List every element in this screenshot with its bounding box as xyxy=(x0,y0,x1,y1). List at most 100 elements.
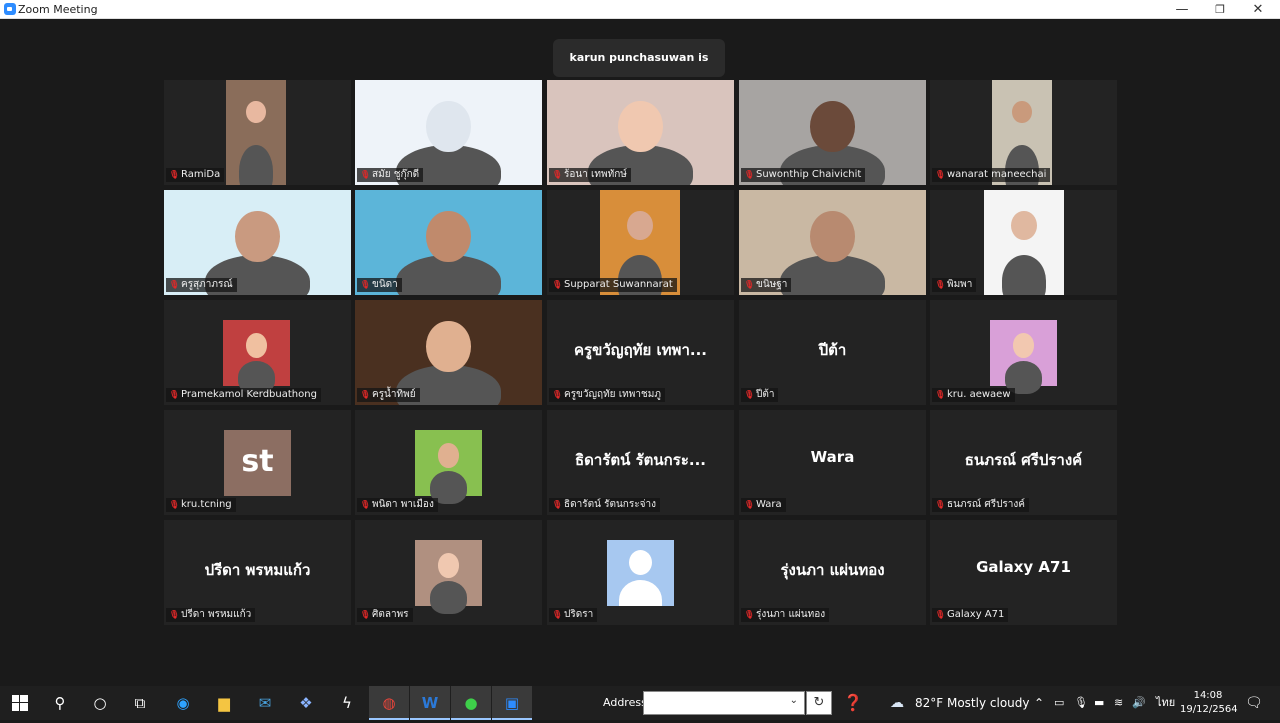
clock[interactable]: 14:08 19/12/2564 xyxy=(1180,689,1238,717)
line-app-icon[interactable]: ● xyxy=(451,686,491,720)
close-button[interactable]: ✕ xyxy=(1239,0,1277,19)
participant-nameplate: 🎙 ปริดรา xyxy=(549,608,598,622)
participant-tile[interactable]: 🎙 Supparat Suwannarat xyxy=(547,190,734,295)
muted-mic-icon: 🎙 xyxy=(552,610,563,619)
participant-tile[interactable]: 🎙 ขนิดา xyxy=(355,190,542,295)
mail-icon[interactable]: ✉ xyxy=(245,686,285,720)
wifi-icon[interactable]: ≋ xyxy=(1114,686,1123,720)
muted-mic-icon: 🎙 xyxy=(935,500,946,509)
zoom-app-icon xyxy=(4,3,16,15)
app-lightning-icon[interactable]: ϟ xyxy=(327,686,367,720)
battery-icon[interactable]: ▬ xyxy=(1094,686,1104,720)
participant-display-name: ธนภรณ์ ศรีปรางค์ xyxy=(964,451,1083,469)
participant-tile[interactable]: 🎙 ศิตลาพร xyxy=(355,520,542,625)
task-view-icon[interactable]: ⧉ xyxy=(120,686,160,720)
participant-tile[interactable]: 🎙 ครูน้ำทิพย์ xyxy=(355,300,542,405)
address-input[interactable]: ⌄ xyxy=(643,691,805,715)
participant-video xyxy=(990,320,1057,394)
person-head xyxy=(627,211,653,241)
participant-video xyxy=(226,80,286,185)
participant-tile[interactable]: 🎙 Suwonthip Chaivichit xyxy=(739,80,926,185)
participant-tile[interactable]: 🎙 ครูสุภาภรณ์ xyxy=(164,190,351,295)
participant-tile[interactable]: ธิดารัตน์ รัตนกระ... 🎙 ธิดารัตน์ รัตนกระจ่… xyxy=(547,410,734,515)
muted-mic-icon: 🎙 xyxy=(935,390,946,399)
maximize-button[interactable]: ❐ xyxy=(1201,0,1239,19)
word-icon[interactable]: W xyxy=(410,686,450,720)
meet-now-icon[interactable]: ▭ xyxy=(1054,686,1064,720)
participant-tile[interactable]: 🎙 wanarat maneechai xyxy=(930,80,1117,185)
participant-tile[interactable]: 🎙 พนิดา พาเมือง xyxy=(355,410,542,515)
participant-display-name: Wara xyxy=(810,448,855,466)
active-speaker-toast: karun punchasuwan is talking... xyxy=(553,39,725,102)
participant-tile[interactable]: 🎙 สมัย ชูกุ๊กดี xyxy=(355,80,542,185)
participant-nameplate: 🎙 สมัย ชูกุ๊กดี xyxy=(357,168,424,182)
participant-nameplate: 🎙 รุ่งนภา แผ่นทอง xyxy=(741,608,830,622)
participant-tile[interactable]: 🎙 kru. aewaew xyxy=(930,300,1117,405)
participant-tile[interactable]: 🎙 Pramekamol Kerdbuathong xyxy=(164,300,351,405)
default-avatar-icon xyxy=(607,540,674,606)
chrome-icon[interactable]: ◍ xyxy=(369,686,409,720)
help-icon[interactable]: ❓ xyxy=(843,686,863,720)
edge-browser-icon[interactable]: ◉ xyxy=(163,686,203,720)
muted-mic-icon: 🎙 xyxy=(360,500,371,509)
participant-name: Pramekamol Kerdbuathong xyxy=(181,389,317,400)
participant-tile[interactable]: st 🎙 kru.tcning xyxy=(164,410,351,515)
muted-mic-icon: 🎙 xyxy=(744,500,755,509)
cortana-icon[interactable]: ○ xyxy=(80,686,120,720)
participant-tile[interactable]: ครูขวัญฤทัย เทพา... 🎙 ครูขวัญฤทัย เทพาชมภู xyxy=(547,300,734,405)
participant-tile[interactable]: Wara 🎙 Wara xyxy=(739,410,926,515)
address-label: Address xyxy=(603,696,647,709)
volume-icon[interactable]: 🔊 xyxy=(1132,686,1146,720)
muted-mic-icon: 🎙 xyxy=(935,610,946,619)
muted-mic-icon: 🎙 xyxy=(552,170,563,179)
muted-mic-icon: 🎙 xyxy=(552,390,563,399)
tray-expand-icon[interactable]: ⌃ xyxy=(1034,686,1044,720)
participant-nameplate: 🎙 Wara xyxy=(741,498,786,512)
participant-nameplate: 🎙 ธนภรณ์ ศรีปรางค์ xyxy=(932,498,1029,512)
participant-display-name: ปรีดา พรหมแก้ว xyxy=(204,561,311,579)
participant-name: ธิดารัตน์ รัตนกระจ่าง xyxy=(564,499,656,510)
participant-video xyxy=(415,430,482,504)
participant-tile[interactable]: 🎙 พิมพา xyxy=(930,190,1117,295)
participant-tile[interactable]: ปรีดา พรหมแก้ว 🎙 ปรีดา พรหมแก้ว xyxy=(164,520,351,625)
person-head xyxy=(245,333,268,358)
participant-tile[interactable]: 🎙 ร้อนา เทพทักษ์ xyxy=(547,80,734,185)
file-explorer-icon[interactable]: ▆ xyxy=(204,686,244,720)
person-head xyxy=(437,443,460,468)
notification-icon[interactable]: 🗨 xyxy=(1245,686,1263,720)
participant-name: ธนภรณ์ ศรีปรางค์ xyxy=(947,499,1025,510)
muted-mic-icon: 🎙 xyxy=(360,390,371,399)
participant-tile[interactable]: ธนภรณ์ ศรีปรางค์ 🎙 ธนภรณ์ ศรีปรางค์ xyxy=(930,410,1117,515)
participant-tile[interactable]: ปีต้า 🎙 ปีต้า xyxy=(739,300,926,405)
participant-name: Wara xyxy=(756,499,782,510)
participant-video xyxy=(984,190,1064,295)
chevron-down-icon[interactable]: ⌄ xyxy=(790,695,798,706)
windows-start-icon[interactable] xyxy=(0,686,40,720)
person-head xyxy=(235,211,280,262)
participant-tile[interactable]: Galaxy A71 🎙 Galaxy A71 xyxy=(930,520,1117,625)
participant-nameplate: 🎙 Supparat Suwannarat xyxy=(549,278,677,292)
participant-name: Galaxy A71 xyxy=(947,609,1005,620)
person-head xyxy=(437,553,460,578)
participant-name: รุ่งนภา แผ่นทอง xyxy=(756,609,826,620)
input-language[interactable]: ไทย xyxy=(1156,686,1175,720)
participant-name: สมัย ชูกุ๊กดี xyxy=(372,169,420,180)
participant-tile[interactable]: 🎙 ขนิษฐา xyxy=(739,190,926,295)
search-icon[interactable]: ⚲ xyxy=(40,686,80,720)
person-silhouette xyxy=(239,145,273,185)
muted-mic-icon: 🎙 xyxy=(360,280,371,289)
zoom-taskbar-icon[interactable]: ▣ xyxy=(492,686,532,720)
participant-tile[interactable]: 🎙 RamiDa xyxy=(164,80,351,185)
microphone-icon[interactable]: 🎙 xyxy=(1074,686,1088,720)
muted-mic-icon: 🎙 xyxy=(169,390,180,399)
participant-video xyxy=(415,540,482,614)
participant-tile[interactable]: รุ่งนภา แผ่นทอง 🎙 รุ่งนภา แผ่นทอง xyxy=(739,520,926,625)
participant-nameplate: 🎙 พิมพา xyxy=(932,278,977,292)
refresh-icon[interactable]: ↻ xyxy=(806,691,832,715)
participant-tile[interactable]: 🎙 ปริดรา xyxy=(547,520,734,625)
participant-name: ปีต้า xyxy=(756,389,775,400)
minimize-button[interactable]: — xyxy=(1163,0,1201,19)
weather-text[interactable]: 82°F Mostly cloudy xyxy=(915,686,1030,720)
dropbox-icon[interactable]: ❖ xyxy=(286,686,326,720)
participant-name: ร้อนา เทพทักษ์ xyxy=(564,169,627,180)
